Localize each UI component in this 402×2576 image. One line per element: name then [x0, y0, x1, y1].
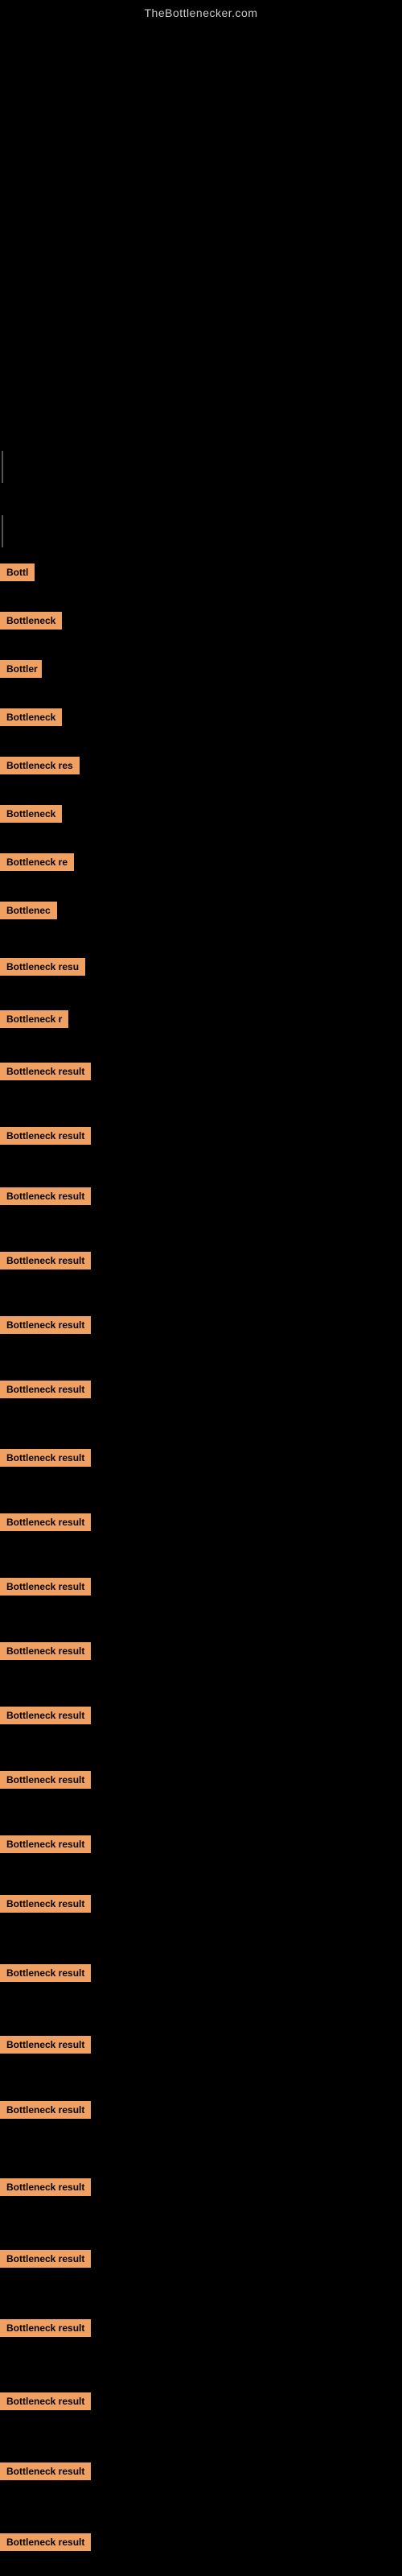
bottleneck-result-badge: Bottleneck result: [0, 2250, 91, 2268]
bottleneck-result-badge: Bottleneck result: [0, 2101, 91, 2119]
bottleneck-result-badge: Bottleneck result: [0, 2178, 91, 2196]
bottleneck-result-badge: Bottleneck result: [0, 2036, 91, 2054]
bottleneck-result-badge: Bottleneck result: [0, 2392, 91, 2410]
bottleneck-result-badge: Bottleneck result: [0, 2462, 91, 2480]
bottleneck-result-badge: Bottleneck res: [0, 757, 80, 774]
bottleneck-result-badge: Bottl: [0, 564, 35, 581]
bottleneck-result-badge: Bottlenec: [0, 902, 57, 919]
bottleneck-result-badge: Bottleneck resu: [0, 958, 85, 976]
bottleneck-result-badge: Bottleneck result: [0, 1449, 91, 1467]
bottleneck-result-badge: Bottleneck result: [0, 1381, 91, 1398]
bottleneck-result-badge: Bottleneck result: [0, 1578, 91, 1596]
bottleneck-result-badge: Bottleneck result: [0, 1771, 91, 1789]
bottleneck-result-badge: Bottleneck result: [0, 1895, 91, 1913]
bottleneck-result-badge: Bottleneck result: [0, 1964, 91, 1982]
bottleneck-result-badge: Bottleneck result: [0, 1707, 91, 1724]
bottleneck-result-badge: Bottleneck r: [0, 1010, 68, 1028]
bottleneck-result-badge: Bottleneck result: [0, 1187, 91, 1205]
bottleneck-result-badge: Bottleneck result: [0, 1063, 91, 1080]
bottleneck-result-badge: Bottleneck result: [0, 1835, 91, 1853]
vertical-line-2: [2, 515, 3, 547]
bottleneck-result-badge: Bottleneck result: [0, 1316, 91, 1334]
bottleneck-result-badge: Bottleneck result: [0, 1127, 91, 1145]
bottleneck-result-badge: Bottleneck: [0, 708, 62, 726]
vertical-line-1: [2, 451, 3, 483]
bottleneck-result-badge: Bottleneck result: [0, 2533, 91, 2551]
bottleneck-result-badge: Bottleneck result: [0, 1642, 91, 1660]
bottleneck-result-badge: Bottleneck result: [0, 1513, 91, 1531]
bottleneck-result-badge: Bottleneck result: [0, 1252, 91, 1269]
bottleneck-result-badge: Bottleneck: [0, 612, 62, 630]
bottleneck-result-badge: Bottleneck re: [0, 853, 74, 871]
bottleneck-result-badge: Bottleneck: [0, 805, 62, 823]
site-title: TheBottlenecker.com: [0, 0, 402, 19]
bottleneck-result-badge: Bottler: [0, 660, 42, 678]
bottleneck-result-badge: Bottleneck result: [0, 2319, 91, 2337]
